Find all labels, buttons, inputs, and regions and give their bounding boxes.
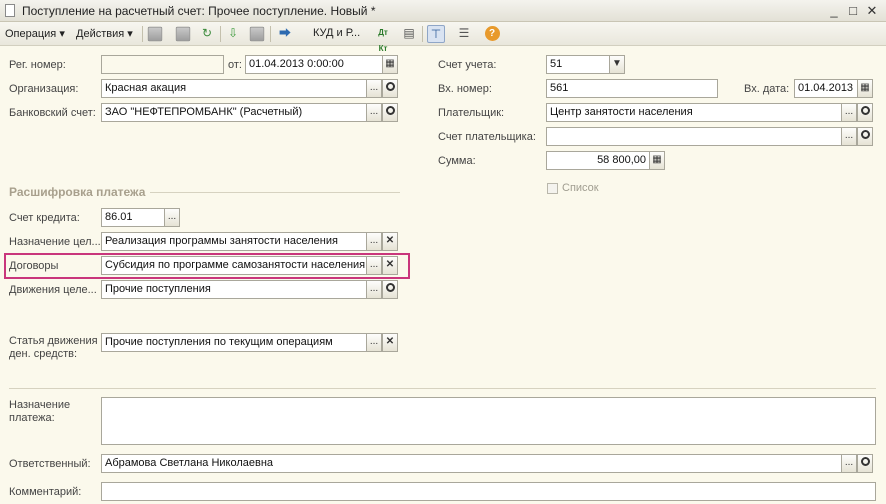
payer-account-field[interactable] xyxy=(546,127,842,146)
section-title-decode: Расшифровка платежа xyxy=(9,185,146,199)
actions-menu[interactable]: Действия ▾ xyxy=(76,27,133,40)
movements-search-icon[interactable] xyxy=(382,280,398,299)
responsible-label: Ответственный: xyxy=(9,458,91,470)
in-date-field[interactable]: 01.04.2013 xyxy=(794,79,858,98)
refresh-icon[interactable]: ↻ xyxy=(198,25,216,43)
credit-account-select-button[interactable]: ... xyxy=(164,208,180,227)
payment-purpose-field[interactable] xyxy=(101,397,876,445)
purpose-field[interactable]: Реализация программы занятости населения xyxy=(101,232,367,251)
purpose-select-button[interactable]: ... xyxy=(366,232,382,251)
window-titlebar: Поступление на расчетный счет: Прочее по… xyxy=(0,0,886,22)
toolbar-separator xyxy=(220,26,221,42)
dt-kt-icon[interactable]: Дт Кт xyxy=(374,25,392,53)
cashflow-field[interactable]: Прочие поступления по текущим операциям xyxy=(101,333,367,352)
payer-account-label: Счет плательщика: xyxy=(438,131,536,143)
contracts-field[interactable]: Субсидия по программе самозанятости насе… xyxy=(101,256,367,275)
operation-menu[interactable]: Операция ▾ xyxy=(5,27,65,40)
credit-account-field[interactable]: 86.01 xyxy=(101,208,165,227)
in-number-label: Вх. номер: xyxy=(438,83,492,95)
payer-search-icon[interactable] xyxy=(857,103,873,122)
organization-field[interactable]: Красная акация xyxy=(101,79,367,98)
payer-field[interactable]: Центр занятости населения xyxy=(546,103,842,122)
toolbar: Операция ▾ Действия ▾ ↻ ⇩ ⮕ КУД и Р... Д… xyxy=(0,22,886,53)
account-field[interactable]: 51 xyxy=(546,55,610,74)
payer-select-button[interactable]: ... xyxy=(841,103,857,122)
date-field[interactable]: 01.04.2013 0:00:00 xyxy=(245,55,383,74)
payer-label: Плательщик: xyxy=(438,107,505,119)
in-date-label: Вх. дата: xyxy=(744,83,790,95)
account-label: Счет учета: xyxy=(438,59,497,71)
comment-label: Комментарий: xyxy=(9,486,82,498)
toolbar-separator xyxy=(270,26,271,42)
contracts-clear-icon[interactable]: ✕ xyxy=(382,256,398,275)
reg-number-label: Рег. номер: xyxy=(9,59,66,71)
section-divider xyxy=(150,192,400,193)
save-icon[interactable]: ⇩ xyxy=(224,25,242,43)
cashflow-clear-icon[interactable]: ✕ xyxy=(382,333,398,352)
payment-purpose-label: Назначение платежа: xyxy=(9,399,71,424)
payer-account-search-icon[interactable] xyxy=(857,127,873,146)
sum-field[interactable]: 58 800,00 xyxy=(546,151,650,170)
actions-menu-label: Действия xyxy=(76,28,125,40)
maximize-button[interactable]: □ xyxy=(845,3,861,18)
list-checkbox-label: Список xyxy=(562,182,599,194)
in-date-calendar-icon[interactable]: ▦ xyxy=(857,79,873,98)
cashflow-select-button[interactable]: ... xyxy=(366,333,382,352)
organization-select-button[interactable]: ... xyxy=(366,79,382,98)
window-title: Поступление на расчетный счет: Прочее по… xyxy=(22,4,376,18)
calendar-icon[interactable]: ▦ xyxy=(382,55,398,74)
print-icon[interactable] xyxy=(249,26,265,42)
credit-account-label: Счет кредита: xyxy=(9,212,80,224)
contracts-label: Договоры xyxy=(9,260,59,272)
reg-number-field[interactable] xyxy=(101,55,224,74)
bank-account-select-button[interactable]: ... xyxy=(366,103,382,122)
bank-account-label: Банковский счет: xyxy=(9,107,96,119)
organization-label: Организация: xyxy=(9,83,79,95)
go-to-icon[interactable]: ⮕ xyxy=(276,25,294,43)
contracts-select-button[interactable]: ... xyxy=(366,256,382,275)
responsible-search-icon[interactable] xyxy=(857,454,873,473)
organization-search-icon[interactable] xyxy=(382,79,398,98)
movements-label: Движения целе... xyxy=(9,284,97,296)
comment-field[interactable] xyxy=(101,482,876,501)
copy-icon[interactable] xyxy=(175,26,191,42)
bottom-divider xyxy=(9,388,876,389)
minimize-button[interactable]: _ xyxy=(826,3,842,18)
movements-select-button[interactable]: ... xyxy=(366,280,382,299)
document-list-icon[interactable]: ▤ xyxy=(400,25,418,43)
responsible-field[interactable]: Абрамова Светлана Николаевна xyxy=(101,454,842,473)
movements-field[interactable]: Прочие поступления xyxy=(101,280,367,299)
from-label: от: xyxy=(228,59,242,71)
purpose-clear-icon[interactable]: ✕ xyxy=(382,232,398,251)
purpose-label: Назначение цел... xyxy=(9,236,101,248)
post-icon[interactable] xyxy=(147,26,163,42)
structure-icon[interactable]: ⊤ xyxy=(427,25,445,43)
close-button[interactable]: ✕ xyxy=(864,3,880,18)
in-number-field[interactable]: 561 xyxy=(546,79,718,98)
operation-menu-label: Операция xyxy=(5,28,57,40)
kud-button[interactable]: КУД и Р... xyxy=(313,27,360,39)
columns-icon[interactable]: ☰ xyxy=(455,25,473,43)
cashflow-label: Статья движения ден. средств: xyxy=(9,335,98,360)
responsible-select-button[interactable]: ... xyxy=(841,454,857,473)
toolbar-separator xyxy=(142,26,143,42)
bank-account-field[interactable]: ЗАО "НЕФТЕПРОМБАНК" (Расчетный) xyxy=(101,103,367,122)
help-icon[interactable]: ? xyxy=(483,25,501,43)
list-checkbox[interactable] xyxy=(547,183,558,194)
bank-account-search-icon[interactable] xyxy=(382,103,398,122)
account-dropdown-icon[interactable]: ▼ xyxy=(609,55,625,74)
sum-label: Сумма: xyxy=(438,155,476,167)
document-icon xyxy=(5,4,15,17)
calculator-icon[interactable]: ▦ xyxy=(649,151,665,170)
payer-account-select-button[interactable]: ... xyxy=(841,127,857,146)
toolbar-separator xyxy=(422,26,423,42)
